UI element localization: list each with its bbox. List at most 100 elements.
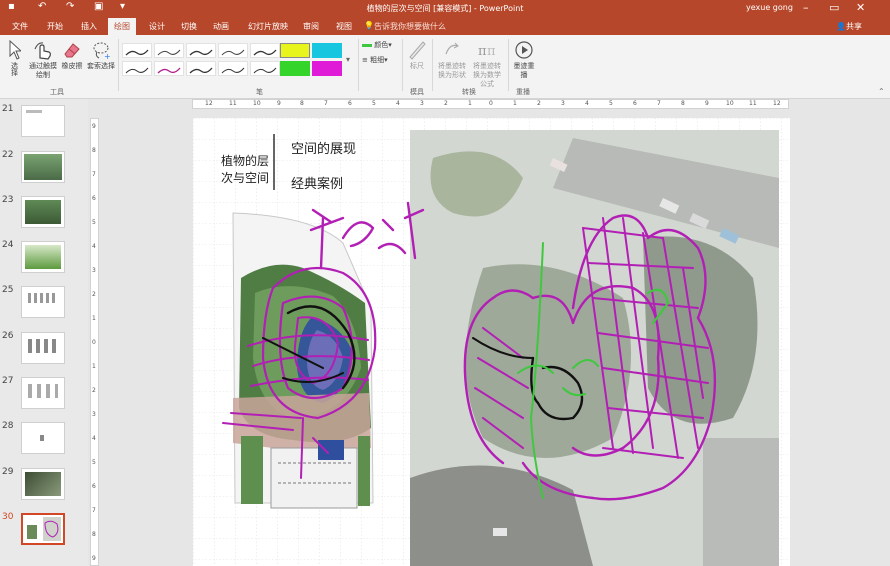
tab-draw[interactable]: 绘图 <box>108 18 136 35</box>
stencils-group-label: 模具 <box>410 88 424 96</box>
slide-subtitle-cases[interactable]: 经典案例 <box>291 173 343 192</box>
tab-animations[interactable]: 动画 <box>213 21 229 32</box>
slide-number: 24 <box>2 240 14 250</box>
pen-1[interactable] <box>122 43 152 58</box>
minimize-icon[interactable]: – <box>803 1 809 14</box>
highlighter-magenta[interactable] <box>312 61 342 76</box>
lasso-select-button[interactable]: + 套索选择 <box>86 40 116 71</box>
slide-thumbnail-25[interactable] <box>21 286 65 318</box>
tab-transitions[interactable]: 切换 <box>181 21 197 32</box>
ruler-tick: 4 <box>396 100 400 107</box>
ruler-tick: 5 <box>92 459 96 466</box>
ruler-button[interactable]: 标尺 <box>406 40 428 71</box>
ruler-tick: 5 <box>609 100 613 107</box>
slide-thumbnail-30[interactable] <box>21 513 65 545</box>
highlighter-cyan[interactable] <box>312 43 342 58</box>
pen-8[interactable] <box>186 61 216 76</box>
thickness-button[interactable]: ≡ 粗细▾ <box>362 56 388 65</box>
pen-2[interactable] <box>154 43 184 58</box>
slide-number: 21 <box>2 104 14 114</box>
pen-stroke-icon <box>189 49 213 56</box>
ruler-tick: 7 <box>657 100 661 107</box>
slide-thumbnail-21[interactable] <box>21 105 65 137</box>
pen-9[interactable] <box>218 61 248 76</box>
replay-group-label: 重播 <box>516 88 530 96</box>
pen-stroke-icon <box>253 49 277 56</box>
svg-text:π: π <box>478 44 487 59</box>
pen-6[interactable] <box>122 61 152 76</box>
eraser-button[interactable]: 橡皮擦 <box>60 40 84 71</box>
pen-stroke-icon <box>157 49 181 56</box>
ink-to-math-button[interactable]: ππ 将墨迹转换为数学公式 <box>470 40 504 89</box>
slide-thumbnails-pane[interactable]: 21 22 23 24 25 26 27 28 29 30 <box>0 99 88 566</box>
ruler-tick: 6 <box>633 100 637 107</box>
ruler-tick: 2 <box>92 291 96 298</box>
tab-home[interactable]: 开始 <box>47 21 63 32</box>
close-icon[interactable]: ✕ <box>856 1 865 14</box>
ruler-tick: 10 <box>726 100 734 107</box>
thickness-icon: ≡ <box>362 56 368 64</box>
ruler-tick: 6 <box>92 195 96 202</box>
vertical-ruler: 9 8 7 6 5 4 3 2 1 0 1 2 3 4 5 6 7 8 9 <box>90 118 99 566</box>
ink-to-shape-button[interactable]: 将墨迹转换为形状 <box>436 40 468 80</box>
tab-insert[interactable]: 插入 <box>81 21 97 32</box>
slide-thumbnail-23[interactable] <box>21 196 65 228</box>
ink-replay-label: 墨迹重播 <box>513 62 535 79</box>
slide-thumbnail-28[interactable] <box>21 422 65 454</box>
slide-thumbnail-27[interactable] <box>21 377 65 409</box>
tab-design[interactable]: 设计 <box>149 21 165 32</box>
color-button[interactable]: 颜色▾ <box>362 41 392 50</box>
pen-4[interactable] <box>218 43 248 58</box>
slide-title[interactable]: 植物的层次与空间 <box>221 153 271 187</box>
slide-thumbnail-22[interactable] <box>21 151 65 183</box>
ink-replay-button[interactable]: 墨迹重播 <box>512 40 536 80</box>
highlighter-yellow[interactable] <box>280 43 310 58</box>
ruler-tick: 7 <box>92 507 96 514</box>
pen-stroke-icon <box>253 67 277 74</box>
highlighter-green[interactable] <box>280 61 310 76</box>
ruler-tick: 1 <box>513 100 517 107</box>
maximize-icon[interactable]: ▭ <box>829 1 839 14</box>
tell-me-search[interactable]: 告诉我你想要做什么 <box>374 21 446 32</box>
eraser-icon <box>64 43 80 58</box>
lightbulb-icon: 💡 <box>364 21 374 30</box>
draw-by-touch-button[interactable]: 通过触摸绘制 <box>28 40 58 80</box>
slide-thumbnail-24[interactable] <box>21 241 65 273</box>
share-button[interactable]: 👤共享 <box>836 21 862 32</box>
svg-text:+: + <box>104 52 111 60</box>
ruler-tick: 11 <box>749 100 757 107</box>
ruler-tick: 4 <box>92 435 96 442</box>
pen-7[interactable] <box>154 61 184 76</box>
tab-slideshow[interactable]: 幻灯片放映 <box>248 21 288 32</box>
slide-thumbnail-29[interactable] <box>21 468 65 500</box>
select-button[interactable]: 选择 <box>4 40 24 79</box>
select-label: 选择 <box>10 62 19 76</box>
user-name[interactable]: yexue gong <box>746 3 793 12</box>
ruler-tick: 3 <box>92 267 96 274</box>
pens-gallery-more-icon[interactable]: ▾ <box>346 55 350 64</box>
tab-review[interactable]: 审阅 <box>303 21 319 32</box>
pen-10[interactable] <box>250 61 280 76</box>
title-bar: ▪ ↶ ↷ ▣ ▾ 植物的层次与空间 [兼容模式] - PowerPoint y… <box>0 0 890 18</box>
collapse-ribbon-icon[interactable]: ⌃ <box>878 87 885 96</box>
slide-subtitle-space[interactable]: 空间的展现 <box>291 138 356 157</box>
group-divider <box>508 39 509 91</box>
slide-canvas[interactable]: 植物的层次与空间 空间的展现 经典案例 <box>193 118 790 566</box>
ruler-tick: 9 <box>92 555 96 562</box>
horizontal-ruler: 12 11 10 9 8 7 6 5 4 3 2 1 0 1 2 3 4 5 6… <box>192 99 789 109</box>
eraser-label: 橡皮擦 <box>61 62 83 70</box>
thickness-label: 粗细 <box>370 56 385 64</box>
ruler-tick: 8 <box>300 100 304 107</box>
ink-to-shape-icon <box>445 42 459 55</box>
ruler-tick: 6 <box>348 100 352 107</box>
pen-5[interactable] <box>250 43 280 58</box>
slide-thumbnail-26[interactable] <box>21 332 65 364</box>
pen-3[interactable] <box>186 43 216 58</box>
ruler-icon <box>409 41 426 60</box>
ruler-tick: 1 <box>92 315 96 322</box>
ruler-tick: 2 <box>92 387 96 394</box>
tab-file[interactable]: 文件 <box>12 21 28 32</box>
ruler-tick: 5 <box>92 219 96 226</box>
tab-view[interactable]: 视图 <box>336 21 352 32</box>
ruler-tick: 0 <box>92 339 96 346</box>
